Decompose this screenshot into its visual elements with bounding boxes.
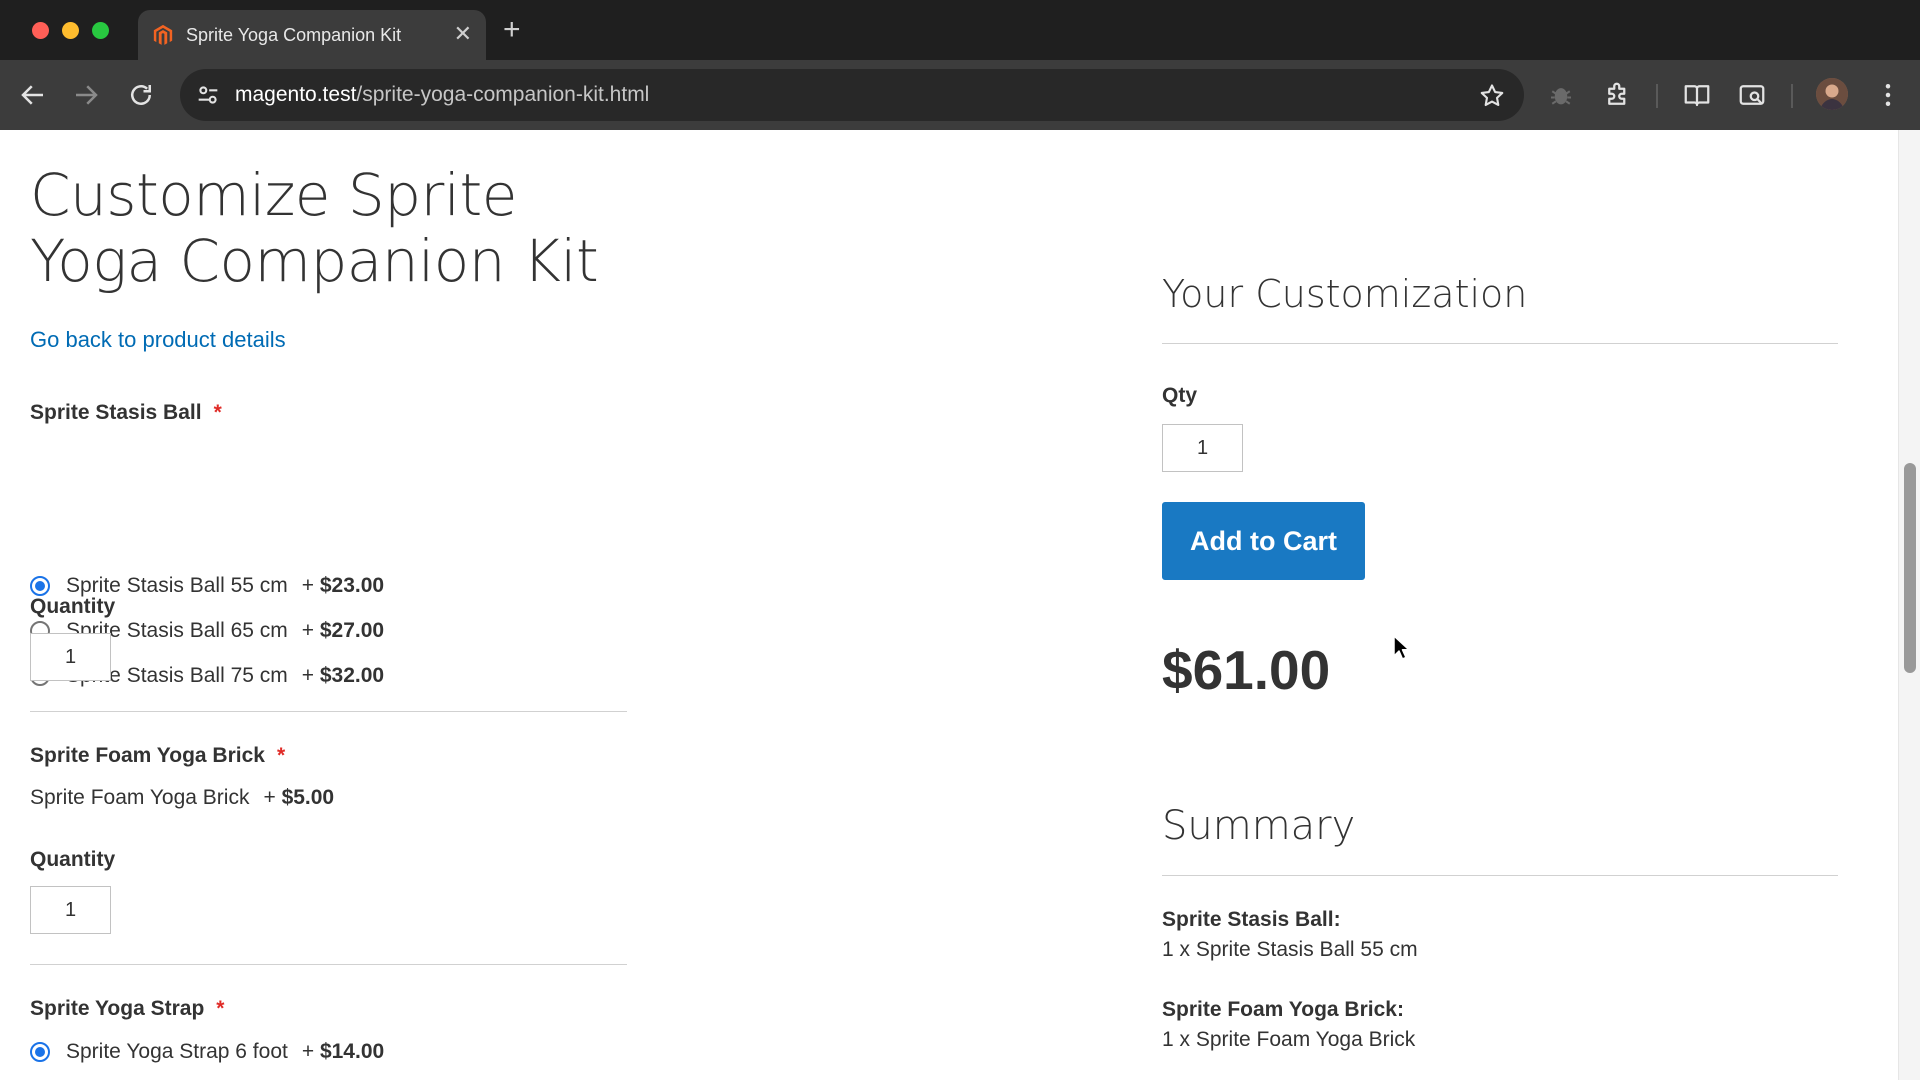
site-info-icon[interactable] bbox=[194, 81, 222, 109]
back-to-product-link[interactable]: Go back to product details bbox=[30, 327, 286, 353]
summary-divider bbox=[1162, 875, 1838, 876]
required-asterisk: * bbox=[213, 401, 222, 424]
page-title: Customize Sprite Yoga Companion Kit bbox=[30, 161, 599, 295]
required-asterisk: * bbox=[216, 997, 225, 1020]
option-single-foam-brick: Sprite Foam Yoga Brick + $5.00 bbox=[30, 786, 334, 810]
summary-title: Summary bbox=[1162, 803, 1356, 849]
option-divider bbox=[30, 711, 627, 712]
price-plus: + bbox=[301, 574, 315, 597]
required-asterisk: * bbox=[276, 744, 286, 767]
bundle-qty-input[interactable] bbox=[1162, 424, 1243, 472]
choice-name: Sprite Yoga Strap 6 foot bbox=[66, 1040, 288, 1063]
menu-icon[interactable] bbox=[1873, 80, 1903, 110]
url-path: /sprite-yoga-companion-kit.html bbox=[356, 83, 650, 106]
price-plus: + bbox=[301, 664, 315, 687]
choice-label: Sprite Stasis Ball 75 cm + $32.00 bbox=[66, 664, 384, 688]
option-title-stasis-ball: Sprite Stasis Ball * bbox=[30, 401, 222, 425]
lens-icon[interactable] bbox=[1737, 80, 1767, 110]
tab-close-icon[interactable]: ✕ bbox=[454, 22, 472, 46]
reading-list-icon[interactable] bbox=[1682, 80, 1712, 110]
maximize-window-button[interactable] bbox=[92, 22, 109, 39]
extension-bug-icon[interactable] bbox=[1546, 80, 1576, 110]
tab-title: Sprite Yoga Companion Kit bbox=[186, 25, 402, 45]
radio-selected[interactable] bbox=[30, 576, 50, 596]
summary-item-value: 1 x Sprite Stasis Ball 55 cm bbox=[1162, 938, 1418, 961]
quantity-label: Quantity bbox=[30, 848, 116, 871]
summary-item-label: Sprite Foam Yoga Brick: bbox=[1162, 998, 1404, 1021]
option-title-text: Sprite Stasis Ball bbox=[30, 401, 202, 424]
summary-item-label: Sprite Stasis Ball: bbox=[1162, 908, 1341, 931]
magento-logo-icon bbox=[153, 24, 173, 45]
summary-item-value: 1 x Sprite Foam Yoga Brick bbox=[1162, 1028, 1416, 1051]
browser-titlebar: Sprite Yoga Companion Kit ✕ + bbox=[0, 0, 1920, 60]
page-scrollbar[interactable] bbox=[1898, 130, 1920, 1080]
customization-title: Your Customization bbox=[1162, 272, 1528, 316]
foam-brick-quantity-input[interactable] bbox=[30, 886, 111, 934]
option-divider bbox=[30, 964, 627, 965]
option-title-text: Sprite Yoga Strap bbox=[30, 997, 205, 1020]
choice-label: Sprite Stasis Ball 65 cm + $27.00 bbox=[66, 619, 384, 643]
toolbar-separator bbox=[1656, 84, 1658, 108]
radio-selected[interactable] bbox=[30, 1042, 50, 1062]
choice-name: Sprite Foam Yoga Brick bbox=[30, 786, 250, 809]
url-host: magento.test bbox=[235, 83, 357, 106]
choice-label: Sprite Yoga Strap 6 foot + $14.00 bbox=[66, 1040, 384, 1064]
extensions-icon[interactable] bbox=[1603, 80, 1633, 110]
choice-price: $23.00 bbox=[319, 574, 385, 597]
browser-tab-active[interactable]: Sprite Yoga Companion Kit ✕ bbox=[138, 10, 486, 60]
choice-price: $14.00 bbox=[319, 1040, 385, 1063]
price-plus: + bbox=[301, 1040, 315, 1063]
mouse-cursor-icon bbox=[1393, 635, 1410, 660]
price-plus: + bbox=[263, 786, 276, 809]
profile-avatar[interactable] bbox=[1816, 78, 1848, 110]
minimize-window-button[interactable] bbox=[62, 22, 79, 39]
option-title-foam-brick: Sprite Foam Yoga Brick * bbox=[30, 744, 285, 768]
add-to-cart-button[interactable]: Add to Cart bbox=[1162, 502, 1365, 580]
page-content: Customize Sprite Yoga Companion Kit Go b… bbox=[0, 130, 1898, 1080]
scrollbar-thumb[interactable] bbox=[1904, 463, 1916, 673]
bookmark-star-icon[interactable] bbox=[1478, 82, 1506, 110]
avatar-image bbox=[1816, 78, 1848, 110]
back-icon[interactable] bbox=[18, 80, 48, 110]
bundle-total-price: $61.00 bbox=[1162, 639, 1331, 701]
reload-icon[interactable] bbox=[126, 80, 156, 110]
address-bar[interactable]: magento.test/sprite-yoga-companion-kit.h… bbox=[180, 69, 1524, 121]
stasis-ball-quantity-input[interactable] bbox=[30, 633, 111, 681]
choice-price: $32.00 bbox=[319, 664, 385, 687]
quantity-label: Quantity bbox=[30, 595, 116, 618]
choice-price: $27.00 bbox=[319, 619, 385, 642]
choice-name: Sprite Stasis Ball 55 cm bbox=[66, 574, 288, 597]
forward-icon[interactable] bbox=[71, 80, 101, 110]
customization-divider bbox=[1162, 343, 1838, 344]
option-title-yoga-strap: Sprite Yoga Strap * bbox=[30, 997, 224, 1021]
browser-toolbar: magento.test/sprite-yoga-companion-kit.h… bbox=[0, 60, 1920, 130]
new-tab-icon[interactable]: + bbox=[503, 13, 521, 47]
url-text: magento.test/sprite-yoga-companion-kit.h… bbox=[235, 83, 649, 107]
option-title-text: Sprite Foam Yoga Brick bbox=[30, 744, 265, 767]
toolbar-separator bbox=[1791, 84, 1793, 108]
price-plus: + bbox=[301, 619, 315, 642]
qty-label: Qty bbox=[1162, 384, 1198, 407]
choice-price: $5.00 bbox=[281, 786, 335, 809]
close-window-button[interactable] bbox=[32, 22, 49, 39]
